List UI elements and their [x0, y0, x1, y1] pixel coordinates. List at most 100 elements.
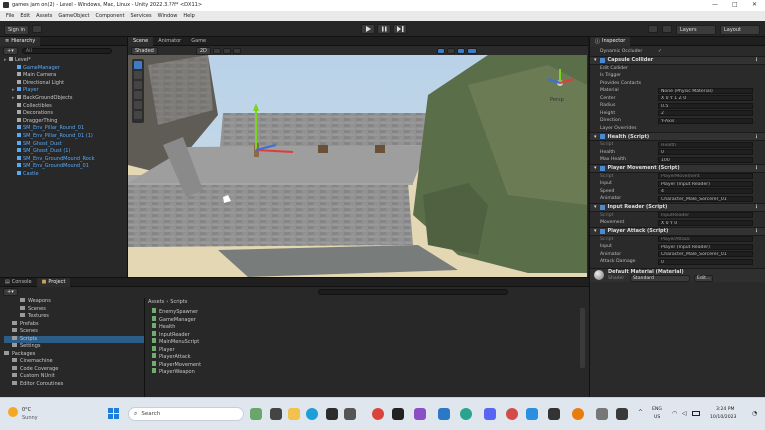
- minimize-button[interactable]: —: [712, 1, 718, 8]
- component-header[interactable]: ▾ Capsule Collider ⋮: [590, 55, 765, 65]
- add-object-button[interactable]: +▾: [3, 46, 18, 55]
- property-value[interactable]: [658, 125, 753, 131]
- scene-search-icon[interactable]: [466, 47, 477, 54]
- property-value[interactable]: PlayerMovement: [658, 173, 753, 180]
- folder-tree-item[interactable]: Scripts: [4, 335, 144, 343]
- hierarchy-item[interactable]: SM_Env_GroundMound_Rock: [4, 155, 127, 164]
- property-value[interactable]: Y-Axis: [658, 117, 753, 124]
- discord-icon[interactable]: [484, 408, 496, 420]
- tab-animator[interactable]: Animator: [153, 37, 186, 46]
- script-file-item[interactable]: GameManager: [152, 315, 201, 324]
- component-menu-icon[interactable]: ⋮: [754, 165, 759, 171]
- folder-tree-item[interactable]: Scenes: [4, 328, 144, 336]
- pause-button[interactable]: [377, 24, 391, 34]
- edge-browser-icon[interactable]: [306, 408, 318, 420]
- component-menu-icon[interactable]: ⋮: [754, 57, 759, 63]
- scene-camera-icon[interactable]: [446, 47, 455, 54]
- component-header[interactable]: ▾ Player Attack (Script) ⋮: [590, 226, 765, 236]
- folder-tree-item[interactable]: Settings: [4, 343, 144, 351]
- widget-icon[interactable]: [250, 408, 262, 420]
- photos-icon[interactable]: [460, 408, 472, 420]
- hierarchy-item[interactable]: Main Camera: [4, 72, 127, 80]
- clock-time[interactable]: 3:24 PM: [716, 407, 735, 412]
- component-header[interactable]: ▾ Player Movement (Script) ⋮: [590, 163, 765, 173]
- terminal-icon[interactable]: [392, 408, 404, 420]
- component-header[interactable]: ▾ Health (Script) ⋮: [590, 132, 765, 141]
- hierarchy-item[interactable]: Directional Light: [4, 79, 127, 88]
- play-button[interactable]: [361, 24, 375, 34]
- store-icon[interactable]: [326, 408, 338, 420]
- property-value[interactable]: [658, 80, 753, 86]
- folder-tree-item[interactable]: Packages: [4, 350, 144, 359]
- tab-project[interactable]: ■ Project: [36, 277, 71, 287]
- tab-scene[interactable]: Scene: [128, 36, 154, 46]
- script-file-item[interactable]: Player: [152, 345, 201, 354]
- project-scrollbar[interactable]: [580, 308, 585, 368]
- effects-toggle-icon[interactable]: [232, 47, 241, 54]
- script-file-item[interactable]: MainMenuScript: [152, 338, 201, 346]
- hierarchy-item[interactable]: ▸ Level*: [4, 57, 127, 65]
- property-value[interactable]: X 0 Y 1 Z 0: [658, 95, 753, 102]
- layout-dropdown[interactable]: Layout: [720, 25, 760, 35]
- language-label[interactable]: ENG: [652, 407, 662, 412]
- maximize-button[interactable]: □: [732, 1, 738, 8]
- shading-dropdown[interactable]: Shaded: [131, 46, 158, 55]
- folder-tree-item[interactable]: Code Coverage: [4, 365, 144, 374]
- property-value[interactable]: Player (Input Reader): [658, 243, 753, 250]
- hierarchy-item[interactable]: Decorations: [4, 110, 127, 118]
- menu-window[interactable]: Window: [158, 13, 178, 19]
- folder-tree-item[interactable]: Textures: [4, 313, 144, 321]
- folder-tree-item[interactable]: Custom NUnit: [4, 373, 144, 381]
- hierarchy-item[interactable]: SM_Ghost_Dust: [4, 140, 127, 149]
- hierarchy-item[interactable]: Collectibles: [4, 102, 127, 111]
- persp-label[interactable]: Persp: [550, 97, 564, 103]
- hierarchy-item[interactable]: ▸ Player: [4, 87, 127, 95]
- volume-icon[interactable]: ◁: [682, 410, 687, 417]
- row-checkbox[interactable]: ✓: [658, 49, 662, 54]
- app-icon[interactable]: [596, 408, 608, 420]
- property-value[interactable]: InputReader: [658, 212, 753, 219]
- tab-game[interactable]: Game: [186, 37, 211, 46]
- script-file-item[interactable]: PlayerWeapon: [152, 368, 201, 376]
- blender-icon[interactable]: [572, 408, 584, 420]
- component-menu-icon[interactable]: ⋮: [754, 134, 759, 140]
- battery-icon[interactable]: [692, 411, 700, 416]
- tab-inspector[interactable]: ⓘ Inspector: [590, 36, 631, 46]
- component-enable-checkbox[interactable]: [599, 57, 605, 63]
- collapse-arrow-icon[interactable]: ▾: [594, 57, 597, 63]
- mode-2d-toggle[interactable]: 2D: [195, 46, 211, 55]
- create-asset-button[interactable]: +▾: [3, 287, 18, 296]
- task-view-icon[interactable]: [270, 408, 282, 420]
- menu-gameobject[interactable]: GameObject: [58, 13, 89, 19]
- wifi-icon[interactable]: ◠: [672, 410, 677, 417]
- property-value[interactable]: Player (Input Reader): [658, 180, 753, 187]
- component-menu-icon[interactable]: ⋮: [754, 204, 759, 210]
- script-file-item[interactable]: InputReader: [152, 330, 201, 339]
- shader-edit-button[interactable]: Edit...: [694, 274, 714, 282]
- component-enable-checkbox[interactable]: [599, 204, 605, 210]
- script-file-item[interactable]: EnemySpawner: [152, 308, 201, 316]
- property-value[interactable]: PlayerAttack: [658, 236, 753, 243]
- property-value[interactable]: 4: [658, 188, 753, 195]
- notification-icon[interactable]: ◔: [752, 410, 757, 417]
- menu-edit[interactable]: Edit: [20, 13, 30, 19]
- chrome-icon[interactable]: [372, 408, 384, 420]
- tray-chevron-icon[interactable]: ^: [638, 409, 643, 416]
- collapse-arrow-icon[interactable]: ▾: [594, 134, 597, 140]
- region-label[interactable]: US: [654, 415, 660, 420]
- project-search-input[interactable]: [317, 288, 508, 295]
- property-value[interactable]: Health: [658, 141, 753, 148]
- script-file-item[interactable]: Health: [152, 323, 201, 331]
- hierarchy-item[interactable]: SM_Env_Pillar_Round_01 (1): [4, 132, 127, 141]
- file-explorer-icon[interactable]: [288, 408, 300, 420]
- menu-assets[interactable]: Assets: [36, 13, 52, 19]
- property-value[interactable]: [658, 73, 753, 79]
- hierarchy-item[interactable]: Castle: [4, 170, 127, 179]
- scene-viewport[interactable]: Persp: [128, 55, 587, 277]
- windows-start-icon[interactable]: [108, 408, 119, 419]
- component-enable-checkbox[interactable]: [599, 165, 605, 171]
- hidden-objects-icon[interactable]: [436, 47, 445, 54]
- menu-component[interactable]: Component: [96, 13, 125, 19]
- media-icon[interactable]: [506, 408, 518, 420]
- component-enable-checkbox[interactable]: [599, 134, 605, 139]
